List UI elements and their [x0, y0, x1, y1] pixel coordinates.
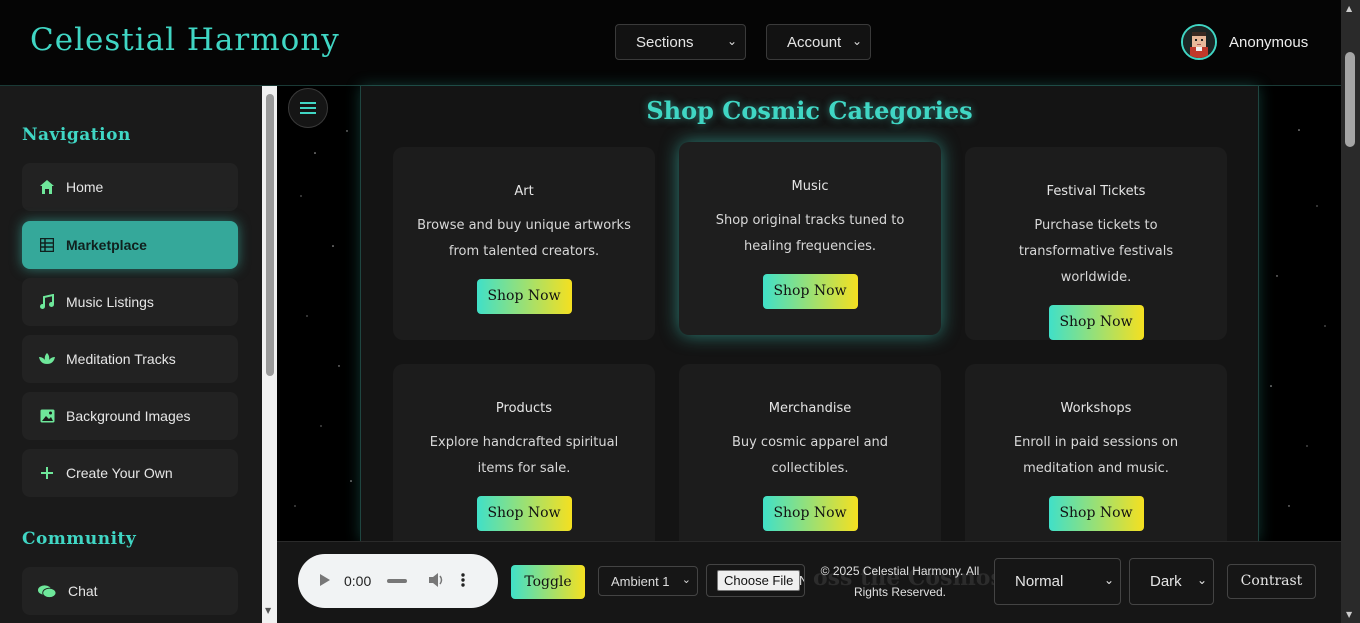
sidebar-item-music-listings[interactable]: Music Listings — [22, 278, 238, 326]
scroll-down-arrow-icon[interactable]: ▼ — [1346, 610, 1352, 619]
sections-select[interactable]: Sections ⌄ — [615, 24, 746, 60]
card-title: Festival Tickets — [1046, 184, 1146, 199]
audio-player[interactable]: 0:00 — [298, 554, 498, 608]
card-title: Art — [514, 184, 534, 199]
choose-file-button[interactable]: Choose File — [717, 570, 801, 591]
chat-icon — [38, 582, 56, 600]
volume-icon[interactable] — [429, 572, 445, 590]
ambient-select-value: Ambient 1 — [611, 573, 670, 589]
navigation-heading: Navigation — [22, 125, 131, 145]
account-select-value: Account — [787, 33, 842, 51]
top-header: Celestial Harmony Sections ⌄ Account ⌄ A… — [0, 0, 1341, 86]
shop-now-button[interactable]: Shop Now — [762, 274, 858, 309]
sidebar-item-label: Home — [66, 179, 104, 195]
sidebar-item-meditation-tracks[interactable]: Meditation Tracks — [22, 335, 238, 383]
menu-toggle-button[interactable] — [288, 88, 328, 128]
main-content: Shop Cosmic Categories Art Browse and bu… — [277, 86, 1341, 557]
category-card-merchandise: Merchandise Buy cosmic apparel and colle… — [679, 364, 941, 557]
chevron-down-icon: ⌄ — [851, 34, 862, 48]
sidebar-item-create-your-own[interactable]: Create Your Own — [22, 449, 238, 497]
audio-time: 0:00 — [344, 573, 372, 589]
sidebar-item-home[interactable]: Home — [22, 163, 238, 211]
card-description: Purchase tickets to transformative festi… — [1018, 218, 1174, 285]
sidebar-item-label: Create Your Own — [66, 465, 173, 481]
sidebar-item-background-images[interactable]: Background Images — [22, 392, 238, 440]
home-icon — [38, 178, 56, 196]
scroll-down-arrow-icon[interactable]: ▼ — [265, 606, 271, 615]
avatar[interactable] — [1181, 24, 1217, 60]
theme-select-value: Dark — [1150, 573, 1182, 590]
sidebar: Navigation Home Marketplace Music Listin… — [0, 86, 262, 623]
image-icon — [38, 407, 56, 425]
page-title: Shop Cosmic Categories — [646, 96, 973, 125]
shop-now-button[interactable]: Shop Now — [1048, 305, 1144, 340]
file-upload-input[interactable]: Choose File N — [706, 564, 805, 597]
shop-now-button[interactable]: Shop Now — [476, 496, 572, 531]
category-card-workshops: Workshops Enroll in paid sessions on med… — [965, 364, 1227, 557]
more-options-icon[interactable] — [461, 572, 465, 590]
scroll-up-arrow-icon[interactable]: ▲ — [1346, 4, 1352, 13]
page-scrollbar[interactable]: ▲ ▼ — [1341, 0, 1360, 623]
contrast-button[interactable]: Contrast — [1227, 564, 1316, 599]
chevron-down-icon: ⌄ — [1103, 573, 1114, 587]
copyright-text: © 2025 Celestial Harmony. All Rights Res… — [820, 564, 980, 599]
sidebar-item-label: Meditation Tracks — [66, 351, 176, 367]
shop-now-button[interactable]: Shop Now — [476, 279, 572, 314]
mode-select[interactable]: Normal ⌄ — [994, 558, 1121, 605]
brand-title[interactable]: Celestial Harmony — [30, 22, 340, 58]
category-card-art: Art Browse and buy unique artworks from … — [393, 147, 655, 340]
lotus-icon — [38, 350, 56, 368]
card-title: Workshops — [1060, 401, 1132, 416]
sidebar-item-label: Chat — [68, 583, 98, 599]
sidebar-scrollbar-thumb[interactable] — [266, 94, 274, 376]
pixel-avatar-icon — [1183, 26, 1215, 58]
chevron-down-icon: ⌄ — [1196, 573, 1207, 587]
chevron-down-icon: ⌄ — [681, 574, 691, 586]
music-note-icon — [38, 293, 56, 311]
sections-select-value: Sections — [636, 33, 694, 51]
card-title: Music — [791, 179, 829, 194]
card-title: Merchandise — [768, 401, 852, 416]
sidebar-item-label: Marketplace — [66, 237, 147, 253]
shop-now-button[interactable]: Shop Now — [1048, 496, 1144, 531]
sidebar-item-label: Music Listings — [66, 294, 154, 310]
card-description: Shop original tracks tuned to healing fr… — [715, 213, 905, 254]
category-card-products: Products Explore handcrafted spiritual i… — [393, 364, 655, 557]
card-title: Products — [495, 401, 553, 416]
sidebar-item-chat[interactable]: Chat — [22, 567, 238, 615]
play-icon[interactable] — [320, 573, 330, 589]
category-card-festival-tickets: Festival Tickets Purchase tickets to tra… — [965, 147, 1227, 340]
card-description: Buy cosmic apparel and collectibles. — [731, 435, 889, 476]
username: Anonymous — [1229, 33, 1309, 51]
account-select[interactable]: Account ⌄ — [766, 24, 871, 60]
shop-now-button[interactable]: Shop Now — [762, 496, 858, 531]
footer-bar: 0:00 Toggle Ambient 1 ⌄ Choose File N os… — [277, 541, 1341, 623]
user-profile[interactable]: Anonymous — [1181, 24, 1308, 60]
audio-progress-bar[interactable] — [387, 579, 408, 583]
theme-select[interactable]: Dark ⌄ — [1129, 558, 1214, 605]
card-description: Browse and buy unique artworks from tale… — [417, 218, 631, 259]
toggle-audio-button[interactable]: Toggle — [511, 565, 585, 599]
card-description: Enroll in paid sessions on meditation an… — [1013, 435, 1179, 476]
card-description: Explore handcrafted spiritual items for … — [429, 435, 619, 476]
category-card-music: Music Shop original tracks tuned to heal… — [679, 142, 941, 335]
plus-icon — [38, 464, 56, 482]
community-heading: Community — [22, 529, 137, 549]
sidebar-item-marketplace[interactable]: Marketplace — [22, 221, 238, 269]
grid-icon — [38, 236, 56, 254]
ambient-select[interactable]: Ambient 1 ⌄ — [598, 566, 698, 596]
sidebar-scrollbar[interactable]: ▼ — [262, 86, 277, 623]
sidebar-item-label: Background Images — [66, 408, 191, 424]
page-scrollbar-thumb[interactable] — [1345, 52, 1355, 147]
chevron-down-icon: ⌄ — [726, 34, 737, 48]
mode-select-value: Normal — [1015, 573, 1064, 590]
hamburger-icon — [300, 102, 316, 114]
